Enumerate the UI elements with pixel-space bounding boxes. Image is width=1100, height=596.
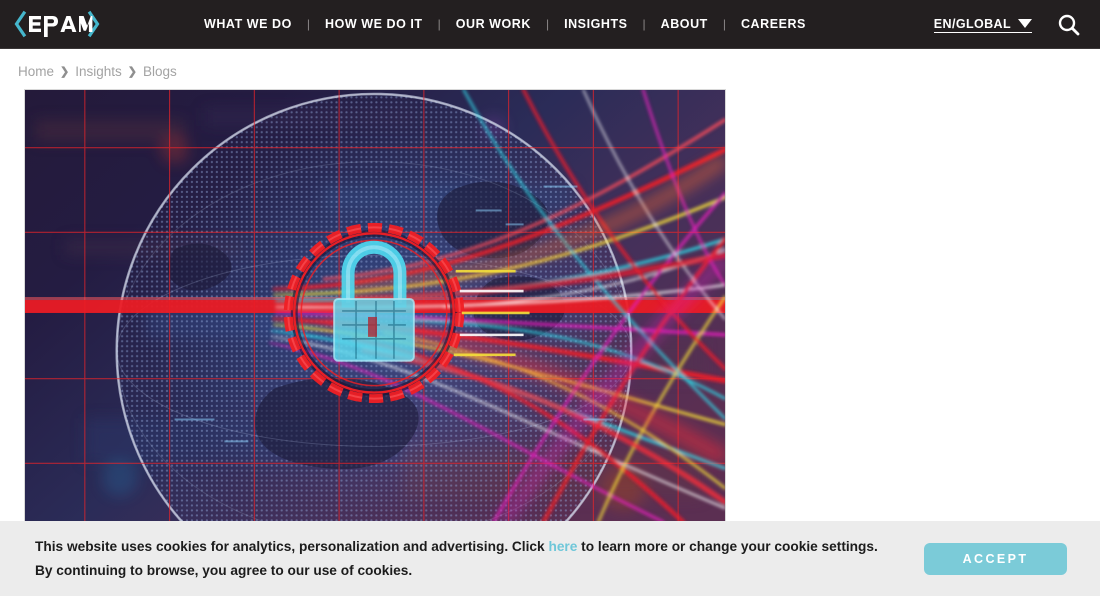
language-selector-label: EN/GLOBAL — [933, 16, 1011, 31]
epam-logo-icon — [14, 10, 100, 38]
accept-cookies-button[interactable]: ACCEPT — [924, 542, 1067, 575]
nav-item-careers[interactable]: CAREERS — [741, 17, 806, 31]
epam-logo[interactable] — [14, 9, 100, 39]
nav-separator: | — [306, 17, 311, 31]
breadcrumb-item-blogs[interactable]: Blogs — [143, 64, 177, 79]
chevron-down-icon — [1018, 19, 1032, 28]
nav-separator: | — [642, 17, 646, 31]
nav-utilities: EN/GLOBAL — [933, 0, 1084, 49]
top-navigation-bar: WHAT WE DO | HOW WE DO IT | OUR WORK | I… — [0, 0, 1100, 49]
hero-illustration — [25, 90, 725, 522]
cookie-text-part1: This website uses cookies for analytics,… — [35, 538, 549, 554]
nav-item-our-work[interactable]: OUR WORK — [456, 17, 531, 31]
nav-item-how-we-do-it[interactable]: HOW WE DO IT — [325, 17, 423, 31]
nav-item-insights[interactable]: INSIGHTS — [564, 17, 627, 31]
breadcrumb: Home ❯ Insights ❯ Blogs — [18, 64, 177, 79]
primary-nav: WHAT WE DO | HOW WE DO IT | OUR WORK | I… — [204, 0, 806, 49]
search-button[interactable] — [1054, 10, 1084, 40]
search-icon — [1058, 14, 1080, 35]
cookie-policy-link[interactable]: here — [548, 539, 577, 554]
cookie-banner-text: This website uses cookies for analytics,… — [35, 535, 880, 582]
breadcrumb-item-home[interactable]: Home — [18, 64, 54, 79]
nav-item-about[interactable]: ABOUT — [661, 17, 708, 31]
cookie-consent-banner: This website uses cookies for analytics,… — [0, 521, 1100, 596]
nav-item-what-we-do[interactable]: WHAT WE DO — [204, 17, 292, 31]
nav-separator: | — [437, 17, 441, 31]
page-root: WHAT WE DO | HOW WE DO IT | OUR WORK | I… — [0, 0, 1100, 596]
breadcrumb-item-insights[interactable]: Insights — [75, 64, 122, 79]
breadcrumb-separator: ❯ — [60, 66, 70, 78]
language-selector[interactable]: EN/GLOBAL — [933, 16, 1032, 33]
nav-separator: | — [722, 17, 726, 31]
breadcrumb-separator: ❯ — [127, 66, 137, 78]
hero-image — [24, 89, 726, 523]
nav-separator: | — [545, 17, 550, 31]
